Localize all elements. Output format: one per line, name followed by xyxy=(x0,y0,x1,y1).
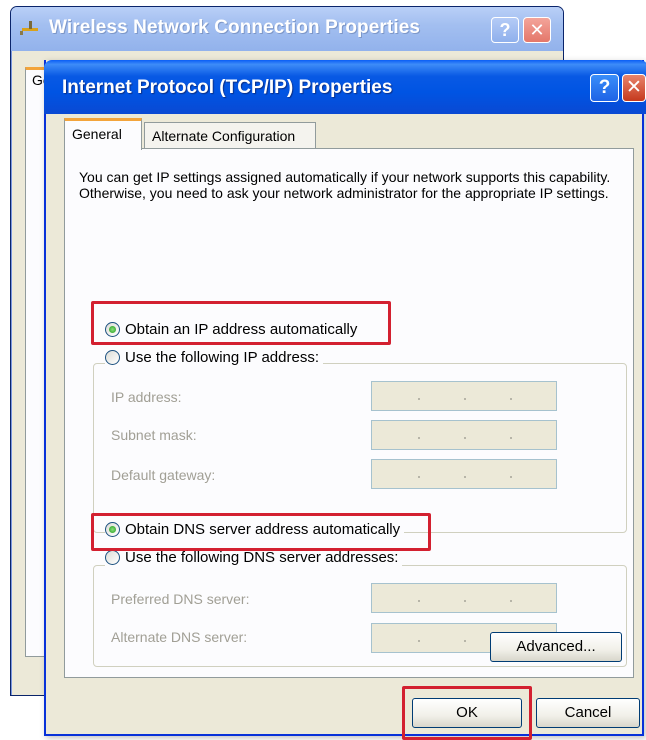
separator-dot xyxy=(418,437,420,439)
ip-address-label: IP address: xyxy=(111,389,182,405)
use-following-ip-radio[interactable]: Use the following IP address: xyxy=(105,349,323,366)
preferred-dns-label: Preferred DNS server: xyxy=(111,591,250,607)
radio-selected-icon xyxy=(105,522,120,537)
separator-dot xyxy=(464,600,466,602)
radio-unselected-icon xyxy=(105,550,120,565)
background-titlebar[interactable]: Wireless Network Connection Properties ?… xyxy=(11,7,563,51)
tab-strip: General Alternate Configuration xyxy=(64,118,634,150)
dialog-titlebar[interactable]: Internet Protocol (TCP/IP) Properties ? … xyxy=(44,60,646,114)
separator-dot xyxy=(510,476,512,478)
separator-dot xyxy=(510,437,512,439)
separator-dot xyxy=(418,476,420,478)
alternate-dns-label: Alternate DNS server: xyxy=(111,629,248,645)
separator-dot xyxy=(418,398,420,400)
separator-dot xyxy=(464,640,466,642)
ip-address-input[interactable] xyxy=(371,381,557,411)
background-close-button[interactable]: ✕ xyxy=(523,17,551,43)
obtain-ip-auto-radio[interactable]: Obtain an IP address automatically xyxy=(105,321,362,338)
separator-dot xyxy=(464,398,466,400)
separator-dot xyxy=(418,640,420,642)
help-button[interactable]: ? xyxy=(590,74,619,102)
obtain-dns-auto-label: Obtain DNS server address automatically xyxy=(125,521,401,538)
separator-dot xyxy=(510,600,512,602)
close-button[interactable]: ✕ xyxy=(622,74,646,102)
background-help-button[interactable]: ? xyxy=(491,17,519,43)
tab-general[interactable]: General xyxy=(64,118,142,150)
default-gateway-input[interactable] xyxy=(371,459,557,489)
radio-unselected-icon xyxy=(105,350,120,365)
intro-text: You can get IP settings assigned automat… xyxy=(79,169,611,201)
separator-dot xyxy=(418,600,420,602)
general-panel: You can get IP settings assigned automat… xyxy=(64,148,634,678)
ok-button[interactable]: OK xyxy=(412,698,522,728)
background-window-title: Wireless Network Connection Properties xyxy=(49,17,421,38)
subnet-mask-input[interactable] xyxy=(371,420,557,450)
tab-alternate-configuration[interactable]: Alternate Configuration xyxy=(144,122,316,148)
network-connection-icon xyxy=(20,21,38,35)
use-following-dns-radio[interactable]: Use the following DNS server addresses: xyxy=(105,549,403,566)
use-following-ip-label: Use the following IP address: xyxy=(125,349,319,366)
obtain-ip-auto-label: Obtain an IP address automatically xyxy=(125,321,358,338)
dialog-title: Internet Protocol (TCP/IP) Properties xyxy=(62,77,393,98)
cancel-button[interactable]: Cancel xyxy=(536,698,640,728)
separator-dot xyxy=(464,476,466,478)
default-gateway-label: Default gateway: xyxy=(111,467,216,483)
preferred-dns-input[interactable] xyxy=(371,583,557,613)
advanced-button[interactable]: Advanced... xyxy=(490,632,622,662)
use-following-dns-label: Use the following DNS server addresses: xyxy=(125,549,399,566)
separator-dot xyxy=(510,398,512,400)
separator-dot xyxy=(464,437,466,439)
obtain-dns-auto-radio[interactable]: Obtain DNS server address automatically xyxy=(105,521,405,538)
subnet-mask-label: Subnet mask: xyxy=(111,427,197,443)
radio-selected-icon xyxy=(105,322,120,337)
